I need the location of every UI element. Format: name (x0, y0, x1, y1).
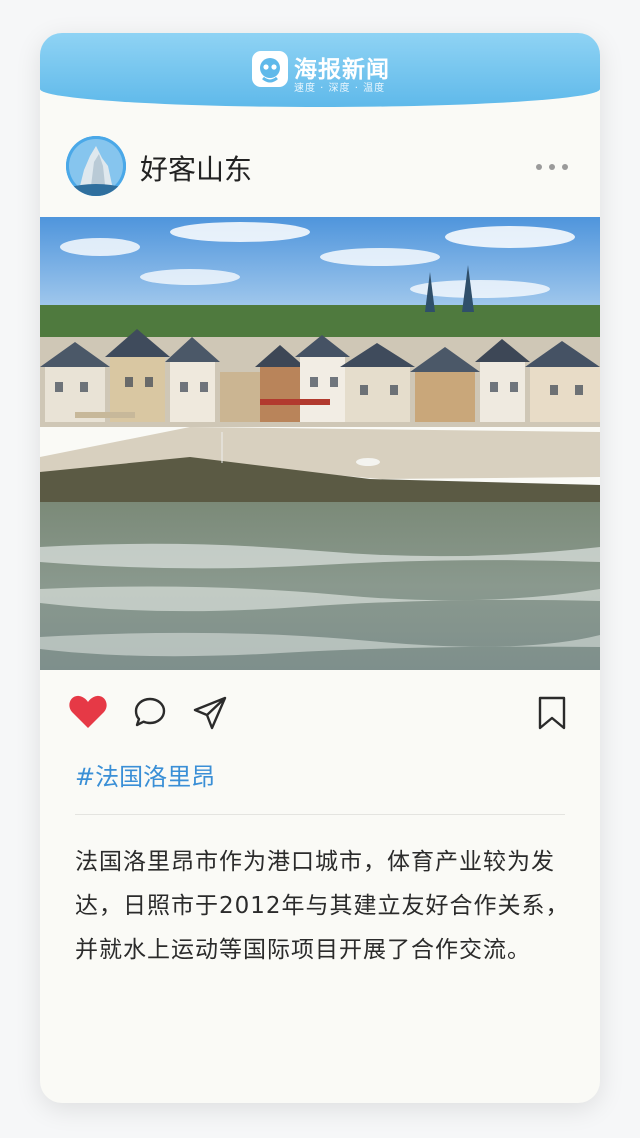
post-card: 海报新闻 速度 · 深度 · 温度 好客山东 #法国洛里昂 法国洛里昂市作为港口… (40, 33, 600, 1103)
post-photo[interactable] (40, 217, 600, 670)
brand-header: 海报新闻 速度 · 深度 · 温度 (40, 33, 600, 107)
post-caption: 法国洛里昂市作为港口城市，体育产业较为发达，日照市于2012年与其建立友好合作关… (75, 849, 570, 963)
send-icon[interactable] (191, 694, 229, 736)
hashtag-link[interactable]: #法国洛里昂 (75, 757, 215, 792)
author-name[interactable]: 好客山东 (140, 148, 252, 188)
comment-icon[interactable] (132, 695, 168, 735)
heart-icon[interactable] (68, 694, 108, 734)
more-dots-icon[interactable] (534, 155, 570, 179)
brand-slogan: 速度 · 深度 · 温度 (294, 83, 386, 94)
bookmark-icon[interactable] (537, 695, 567, 735)
author-avatar[interactable] (66, 136, 126, 196)
brand-logo-icon (252, 51, 288, 87)
divider (75, 814, 565, 815)
